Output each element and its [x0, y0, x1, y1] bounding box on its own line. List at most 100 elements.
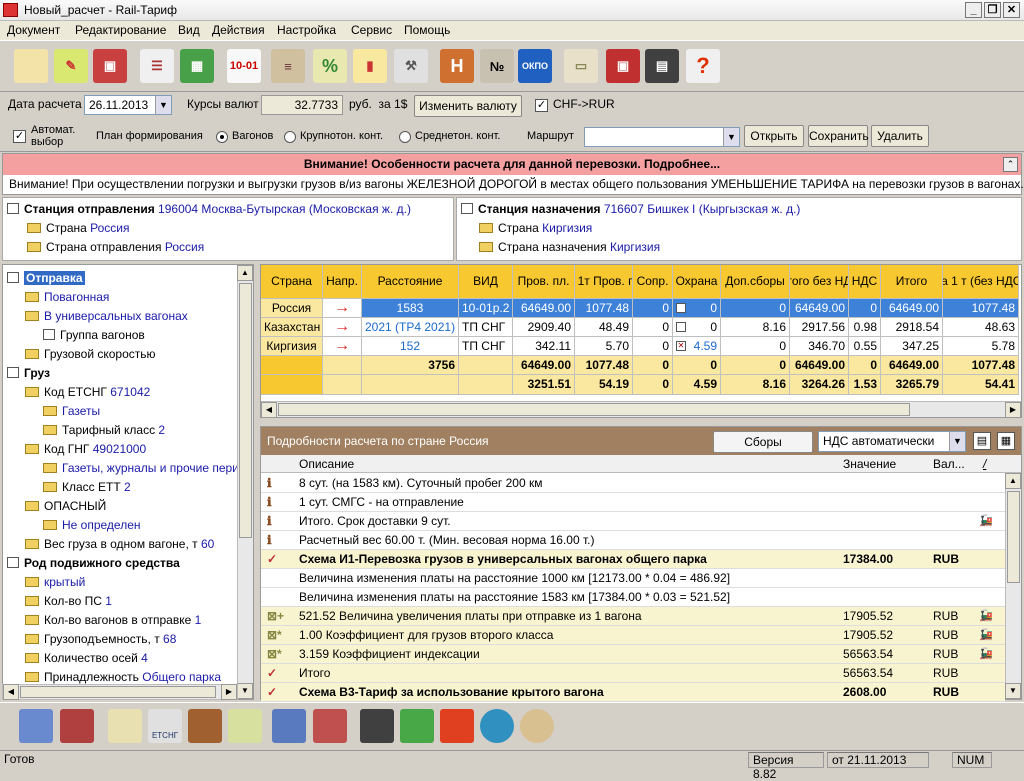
grid-cell[interactable]: 1583 [362, 299, 459, 318]
table-icon[interactable]: ▦ [997, 432, 1015, 450]
railway-icon[interactable]: ≡ [271, 49, 305, 83]
tree-node[interactable]: Груз [7, 364, 50, 382]
tree-node[interactable]: Грузовой скоростью [25, 345, 156, 363]
grid-cell[interactable]: 0 [633, 299, 673, 318]
grid-total-cell[interactable]: 54.41 [943, 375, 1019, 395]
grid-total-cell[interactable] [362, 375, 459, 395]
grid-cell[interactable]: 10-01р.2 [459, 299, 513, 318]
detail-row[interactable]: ℹ 8 сут. (на 1583 км). Суточный пробег 20… [261, 474, 1005, 493]
grid-cell[interactable]: Киргизия [261, 337, 323, 356]
col-flag-icon[interactable]: / [983, 457, 986, 471]
grid-header-cell[interactable]: Охрана [673, 265, 721, 299]
grid-hscrollbar[interactable]: ◀ ▶ [261, 401, 1021, 417]
scroll-left-icon[interactable]: ◀ [3, 684, 19, 700]
grid-cell[interactable]: 2909.40 [513, 318, 575, 337]
save-icon[interactable]: ▣ [93, 49, 127, 83]
grid-total-cell[interactable]: 0 [849, 356, 881, 375]
menu-settings[interactable]: Настройка [277, 23, 336, 37]
chart-icon[interactable]: ▮ [353, 49, 387, 83]
close-icon[interactable]: ✕ [1003, 2, 1020, 18]
grid-header-cell[interactable]: Итого [881, 265, 943, 299]
grid-cell[interactable]: 2021 (ТР4 2021) [362, 318, 459, 337]
direction-arrow-icon[interactable]: → [323, 299, 362, 318]
chevron-down-icon[interactable]: ▼ [155, 96, 171, 114]
grid-header-cell[interactable]: за 1т Пров. пл. [575, 265, 633, 299]
tree-node[interactable]: ОПАСНЫЙ [25, 497, 106, 515]
detail-row[interactable]: ℹ 1 сут. СМГС - на отправление [261, 493, 1005, 512]
direction-arrow-icon[interactable] [323, 356, 362, 375]
grid-total-cell[interactable]: 0 [633, 375, 673, 395]
auto-select-checkbox[interactable]: ✓ [13, 130, 26, 143]
grid-cell[interactable]: 48.49 [575, 318, 633, 337]
grid-cell[interactable]: 5.78 [943, 337, 1019, 356]
grid-cell[interactable]: ТП СНГ [459, 337, 513, 356]
calculator-icon[interactable]: ▦ [180, 49, 214, 83]
tree-node[interactable]: Кол-во ПС 1 [25, 592, 112, 610]
detail-row[interactable]: ✓ Схема И1-Перевозка грузов в универсальн… [261, 550, 1005, 569]
detail-row[interactable]: ✓ Итого 56563.54 RUB [261, 664, 1005, 683]
train-icon[interactable]: 🚂 [979, 645, 993, 663]
grid-cell[interactable]: 347.25 [881, 337, 943, 356]
detail-row[interactable]: ℹ Итого. Срок доставки 9 сут. 🚂 [261, 512, 1005, 531]
menu-view[interactable]: Вид [178, 23, 200, 37]
tree-node[interactable]: Не определен [43, 516, 141, 534]
grid-total-cell[interactable] [261, 375, 323, 395]
globe-search-icon[interactable] [480, 709, 514, 743]
col-value[interactable]: Значение [843, 457, 896, 471]
grid-cell[interactable]: 1077.48 [943, 299, 1019, 318]
grid-cell[interactable]: 0 [673, 318, 721, 337]
menu-edit[interactable]: Редактирование [75, 23, 166, 37]
grid-cell[interactable]: 0 [721, 299, 790, 318]
detail-row[interactable]: ⊠* 3.159 Коэффициент индексации 56563.54 RU… [261, 645, 1005, 664]
number-icon[interactable]: № [480, 49, 514, 83]
radio-medium-container[interactable] [399, 131, 411, 143]
wagons-icon[interactable] [60, 709, 94, 743]
mail-icon[interactable] [108, 709, 142, 743]
tree-node[interactable]: Газеты, журналы и прочие пери [43, 459, 239, 477]
grid-header-cell[interactable]: Сопр. [633, 265, 673, 299]
grid-cell[interactable]: 0 [721, 337, 790, 356]
grid-header-cell[interactable]: Страна [261, 265, 323, 299]
tree-node[interactable]: Код ГНГ 49021000 [25, 440, 146, 458]
tree-hscrollbar[interactable]: ◀ ▶ [2, 684, 238, 700]
restore-icon[interactable]: ❐ [984, 2, 1001, 18]
grid-cell[interactable]: 0 [673, 299, 721, 318]
grid-total-cell[interactable]: 0 [633, 356, 673, 375]
detail-row[interactable]: ⊠* 1.00 Коэффициент для грузов второго кл… [261, 626, 1005, 645]
tree-node[interactable]: Код ЕТСНГ 671042 [25, 383, 150, 401]
station2-icon[interactable] [313, 709, 347, 743]
grid-header-cell[interactable]: Пров. пл. [513, 265, 575, 299]
loco-station-icon[interactable] [19, 709, 53, 743]
menu-help[interactable]: Помощь [404, 23, 450, 37]
tree-node[interactable]: Род подвижного средства [7, 554, 180, 572]
collapse-icon[interactable]: ⌃ [1003, 157, 1018, 172]
grid-cell[interactable]: 1077.48 [575, 299, 633, 318]
grid-cell[interactable]: 64649.00 [881, 299, 943, 318]
grid-total-cell[interactable]: 3251.51 [513, 375, 575, 395]
chf-checkbox[interactable]: ✓ [535, 99, 548, 112]
grid-cell[interactable]: ТП СНГ [459, 318, 513, 337]
grid-total-cell[interactable] [459, 375, 513, 395]
date-field[interactable]: 26.11.2013 ▼ [84, 95, 172, 115]
destination-target-country[interactable]: Страна назначения Киргизия [479, 238, 660, 256]
grid-header-cell[interactable]: Расстояние [362, 265, 459, 299]
hscroll-thumb[interactable] [278, 403, 910, 416]
detail-row[interactable]: ℹ Расчетный вес 60.00 т. (Мин. весовая но… [261, 531, 1005, 550]
radio-large-container[interactable] [284, 131, 296, 143]
train-icon[interactable]: 🚂 [979, 512, 993, 530]
etsng-mail-icon[interactable]: ЕТСНГ [148, 709, 182, 743]
wagon-icon[interactable] [188, 709, 222, 743]
grid-total-cell[interactable]: 64649.00 [790, 356, 849, 375]
chevron-down-icon[interactable]: ▼ [723, 128, 739, 146]
detail-row[interactable]: Величина изменения платы на расстояние 1… [261, 569, 1005, 588]
grid-cell[interactable]: 64649.00 [513, 299, 575, 318]
tariff-10-01-icon[interactable]: 10-01 [227, 49, 261, 83]
departure-station[interactable]: Станция отправления 196004 Москва-Бутырс… [7, 200, 411, 218]
grid-total-cell[interactable]: 0 [673, 356, 721, 375]
grid-cell[interactable]: 0 [633, 318, 673, 337]
direction-arrow-icon[interactable] [323, 375, 362, 395]
grid-cell[interactable]: 0 [849, 299, 881, 318]
film-icon[interactable]: ▤ [645, 49, 679, 83]
col-description[interactable]: Описание [299, 457, 354, 471]
grid-cell[interactable]: 64649.00 [790, 299, 849, 318]
